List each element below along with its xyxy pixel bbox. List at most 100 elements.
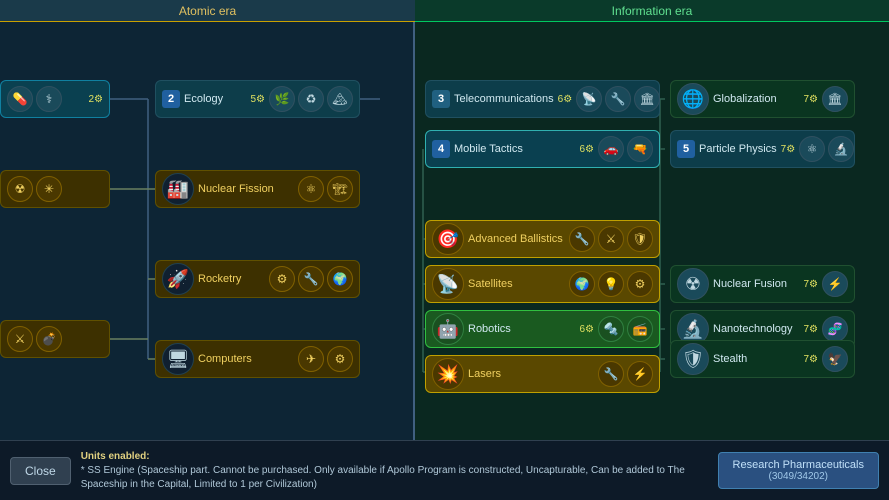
tech-lasers[interactable]: 💥 Lasers 🔧 ⚡ xyxy=(425,355,660,393)
icon-rock1: ⚙ xyxy=(269,266,295,292)
icon-glob1: 🏛 xyxy=(822,86,848,112)
mobile-tactics-label: Mobile Tactics xyxy=(454,143,575,155)
satellites-label: Satellites xyxy=(468,278,565,290)
glob-cost: 7⚙ xyxy=(803,94,818,105)
tech-theory[interactable]: ☢ ✳ xyxy=(0,170,110,208)
icon-eco2: ♻ xyxy=(298,86,324,112)
icon-rock2: 🔧 xyxy=(298,266,324,292)
icon-pharma2: ⚕ xyxy=(36,86,62,112)
icon-sat1: 🌍 xyxy=(569,271,595,297)
telecom-label: Telecommunications xyxy=(454,93,554,105)
tech-satellites[interactable]: 📡 Satellites 🌍 💡 ⚙ xyxy=(425,265,660,303)
ecology-cost: 5⚙ xyxy=(250,94,265,105)
tech-combined-arms[interactable]: ⚔ 💣 xyxy=(0,320,110,358)
particle-physics-label: Particle Physics xyxy=(699,143,777,155)
close-button[interactable]: Close xyxy=(10,457,71,485)
research-sub: (3049/34202) xyxy=(733,471,864,482)
icon-ab1: 🔧 xyxy=(569,226,595,252)
icon-pp1: ⚛ xyxy=(799,136,825,162)
rocketry-label: Rocketry xyxy=(198,273,265,285)
era-atomic: Atomic era xyxy=(0,0,415,22)
icon-ab-main: 🎯 xyxy=(432,223,464,255)
icon-theory2: ✳ xyxy=(36,176,62,202)
icon-pharma1: 💊 xyxy=(7,86,33,112)
computers-label: Computers xyxy=(198,353,294,365)
pharma-cost: 2⚙ xyxy=(88,94,103,105)
icon-nf2: 🏗 xyxy=(327,176,353,202)
tech-rocketry[interactable]: 🚀 Rocketry ⚙ 🔧 🌍 xyxy=(155,260,360,298)
stealth-label: Stealth xyxy=(713,353,799,365)
adv-ballistics-label: Advanced Ballistics xyxy=(468,233,565,245)
tech-particle-physics[interactable]: 5 Particle Physics 7⚙ ⚛ 🔬 xyxy=(670,130,855,168)
icon-mob2: 🔫 xyxy=(627,136,653,162)
telecom-cost: 6⚙ xyxy=(558,94,573,105)
nanotechnology-label: Nanotechnology xyxy=(713,323,799,335)
nuclear-fission-label: Nuclear Fission xyxy=(198,183,294,195)
icon-eco1: 🌿 xyxy=(269,86,295,112)
icon-nfus1: ⚡ xyxy=(822,271,848,297)
icon-comp1: ✈ xyxy=(298,346,324,372)
icon-rob2: 📻 xyxy=(627,316,653,342)
tech-nuclear-fission[interactable]: 🏭 Nuclear Fission ⚛ 🏗 xyxy=(155,170,360,208)
research-label: Research Pharmaceuticals xyxy=(733,459,864,471)
research-button[interactable]: Research Pharmaceuticals (3049/34202) xyxy=(718,452,879,489)
icon-las1: 🔧 xyxy=(598,361,624,387)
icon-rock3: 🌍 xyxy=(327,266,353,292)
icon-nf1: ⚛ xyxy=(298,176,324,202)
panel-atomic: 💊 ⚕ 2⚙ 2 Ecology 5⚙ 🌿 ♻ 🏔 ☢ ✳ 🏭 xyxy=(0,22,415,440)
tech-globalization[interactable]: 🌐 Globalization 7⚙ 🏛 xyxy=(670,80,855,118)
era-information: Information era xyxy=(415,0,889,22)
icon-ca1: ⚔ xyxy=(7,326,33,352)
tech-stealth[interactable]: 🛡 Stealth 7⚙ 🦅 xyxy=(670,340,855,378)
icon-sat3: ⚙ xyxy=(627,271,653,297)
icon-nfus-main: ☢ xyxy=(677,268,709,300)
icon-tel1: 📡 xyxy=(576,86,602,112)
tech-mobile-tactics[interactable]: 4 Mobile Tactics 6⚙ 🚗 🔫 xyxy=(425,130,660,168)
icon-rob1: 🔩 xyxy=(598,316,624,342)
tech-robotics[interactable]: 🤖 Robotics 6⚙ 🔩 📻 xyxy=(425,310,660,348)
icon-las-main: 💥 xyxy=(432,358,464,390)
nuclear-fusion-label: Nuclear Fusion xyxy=(713,278,799,290)
tech-pharmaceuticals[interactable]: 💊 ⚕ 2⚙ xyxy=(0,80,110,118)
tech-computers[interactable]: 🖥 Computers ✈ ⚙ xyxy=(155,340,360,378)
bottom-bar: Close Units enabled: * SS Engine (Spaces… xyxy=(0,440,889,500)
tech-adv-ballistics[interactable]: 🎯 Advanced Ballistics 🔧 ⚔ 🛡 xyxy=(425,220,660,258)
icon-ab3: 🛡 xyxy=(627,226,653,252)
icon-nano1: 🧬 xyxy=(822,316,848,342)
icon-sat-main: 📡 xyxy=(432,268,464,300)
icon-las2: ⚡ xyxy=(627,361,653,387)
tech-telecom[interactable]: 3 Telecommunications 6⚙ 📡 🔧 🏛 xyxy=(425,80,660,118)
icon-ca2: 💣 xyxy=(36,326,62,352)
particle-number: 5 xyxy=(677,140,695,158)
icon-rocket-main: 🚀 xyxy=(162,263,194,295)
tech-nuclear-fusion[interactable]: ☢ Nuclear Fusion 7⚙ ⚡ xyxy=(670,265,855,303)
icon-nf-icon: 🏭 xyxy=(162,173,194,205)
icon-theory1: ☢ xyxy=(7,176,33,202)
icon-sat2: 💡 xyxy=(598,271,624,297)
icon-comp2: ⚙ xyxy=(327,346,353,372)
particle-cost: 7⚙ xyxy=(781,144,796,155)
robotics-label: Robotics xyxy=(468,323,575,335)
icon-comp-main: 🖥 xyxy=(162,343,194,375)
icon-glob-main: 🌐 xyxy=(677,83,709,115)
tech-ecology[interactable]: 2 Ecology 5⚙ 🌿 ♻ 🏔 xyxy=(155,80,360,118)
info-text-area: Units enabled: * SS Engine (Spaceship pa… xyxy=(81,450,708,492)
mobile-number: 4 xyxy=(432,140,450,158)
main-content: 💊 ⚕ 2⚙ 2 Ecology 5⚙ 🌿 ♻ 🏔 ☢ ✳ 🏭 xyxy=(0,22,889,440)
lasers-label: Lasers xyxy=(468,368,594,380)
robotics-cost: 6⚙ xyxy=(579,324,594,335)
era-header: Atomic era Information era xyxy=(0,0,889,22)
mobile-cost: 6⚙ xyxy=(579,144,594,155)
stealth-cost: 7⚙ xyxy=(803,354,818,365)
icon-eco3: 🏔 xyxy=(327,86,353,112)
globalization-label: Globalization xyxy=(713,93,799,105)
icon-stealth1: 🦅 xyxy=(822,346,848,372)
era-information-label: Information era xyxy=(612,4,693,18)
icon-tel3: 🏛 xyxy=(634,86,660,112)
icon-stealth-main: 🛡 xyxy=(677,343,709,375)
info-description: * SS Engine (Spaceship part. Cannot be p… xyxy=(81,465,685,490)
icon-mob1: 🚗 xyxy=(598,136,624,162)
era-atomic-label: Atomic era xyxy=(179,4,236,18)
icon-ab2: ⚔ xyxy=(598,226,624,252)
units-label: Units enabled: xyxy=(81,451,150,462)
